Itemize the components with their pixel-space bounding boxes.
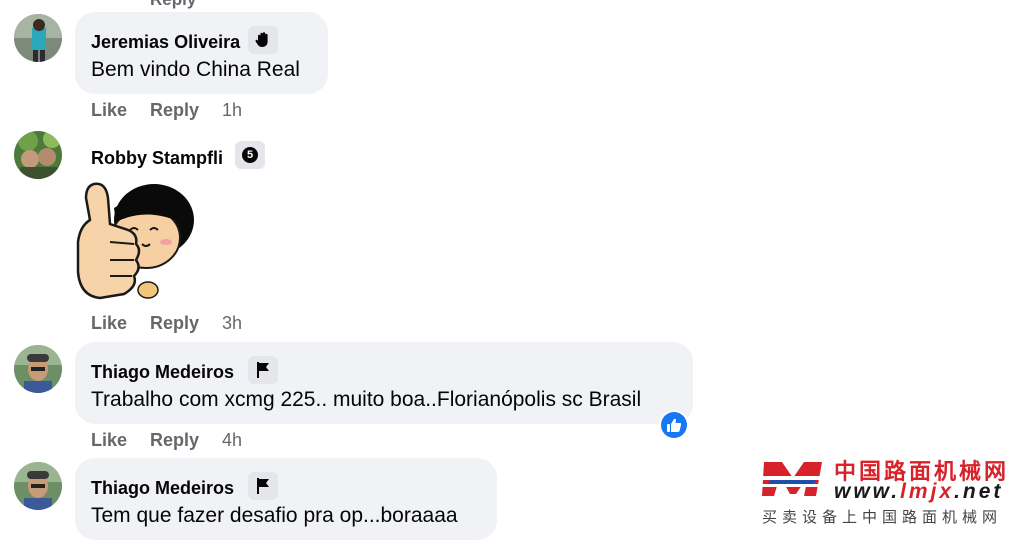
- avatar[interactable]: [14, 462, 62, 510]
- avatar-photo: [14, 345, 62, 393]
- avatar[interactable]: [14, 345, 62, 393]
- comment-author[interactable]: Robby Stampfli: [91, 148, 223, 169]
- watermark-url-prefix: www.: [834, 480, 901, 503]
- comment-author[interactable]: Thiago Medeiros: [91, 478, 234, 499]
- reply-button[interactable]: Reply: [150, 313, 199, 334]
- lmjx-logo: [760, 456, 826, 500]
- like-reaction-icon[interactable]: [659, 410, 689, 440]
- like-button[interactable]: Like: [91, 100, 127, 121]
- like-button[interactable]: Like: [91, 430, 127, 451]
- comment-text: Bem vindo China Real: [91, 58, 300, 81]
- avatar-photo: [14, 462, 62, 510]
- watermark-subtitle: 买卖设备上中国路面机械网: [762, 508, 1003, 526]
- watermark-url-suffix: .net: [954, 480, 1004, 503]
- comment-timestamp[interactable]: 4h: [222, 430, 242, 451]
- watermark-url: www.lmjx.net: [834, 480, 1003, 504]
- like-button[interactable]: Like: [91, 313, 127, 334]
- comment-actions: Like Reply 4h: [91, 430, 291, 452]
- flag-icon[interactable]: [248, 356, 278, 384]
- reply-button[interactable]: Reply: [150, 430, 199, 451]
- comment-author[interactable]: Jeremias Oliveira: [91, 32, 240, 53]
- avatar[interactable]: [14, 131, 62, 179]
- wave-hand-icon[interactable]: [248, 26, 278, 54]
- previous-reply-link[interactable]: Reply: [150, 0, 196, 10]
- avatar-photo: [14, 14, 62, 62]
- comment-text: Trabalho com xcmg 225.. muito boa..Flori…: [91, 388, 642, 411]
- comment-timestamp[interactable]: 3h: [222, 313, 242, 334]
- thumbs-up-girl-sticker[interactable]: [76, 180, 198, 304]
- comment-text: Tem que fazer desafio pra op...boraaaa: [91, 504, 458, 527]
- five-coin-icon[interactable]: 5: [235, 141, 265, 169]
- watermark-url-domain: lmjx: [900, 480, 955, 503]
- reply-button[interactable]: Reply: [150, 100, 199, 121]
- comment-actions: Like Reply 1h: [91, 100, 291, 122]
- avatar[interactable]: [14, 14, 62, 62]
- comment-actions: Like Reply 3h: [91, 313, 291, 335]
- flag-icon[interactable]: [248, 472, 278, 500]
- comment-author[interactable]: Thiago Medeiros: [91, 362, 234, 383]
- badge-label: 5: [246, 149, 254, 161]
- comment-timestamp[interactable]: 1h: [222, 100, 242, 121]
- avatar-photo: [14, 131, 62, 179]
